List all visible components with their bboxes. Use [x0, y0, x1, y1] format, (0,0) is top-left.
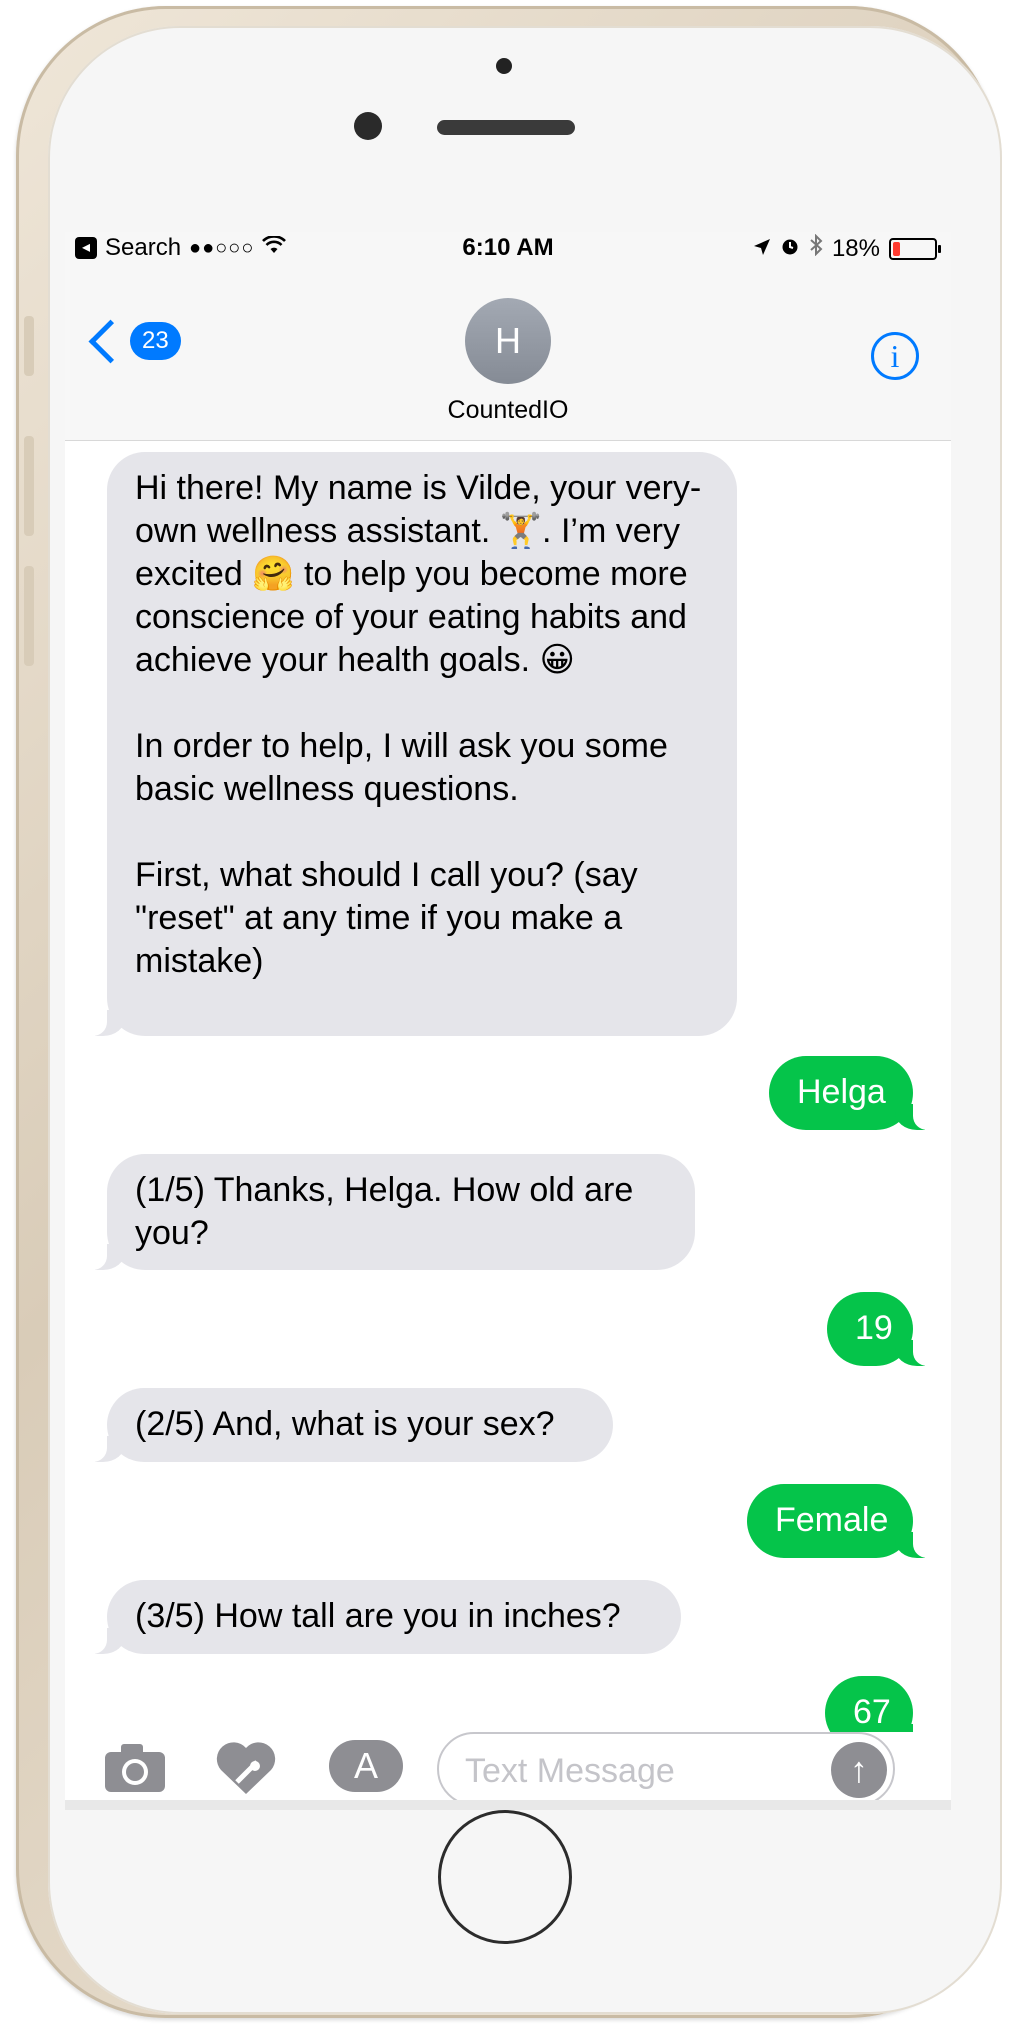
front-camera	[354, 112, 382, 140]
battery-cap	[938, 244, 941, 253]
home-button[interactable]	[438, 1810, 572, 1944]
back-button[interactable]: 23	[87, 319, 181, 363]
battery-icon	[889, 237, 941, 260]
send-arrow-icon[interactable]: ↑	[831, 1742, 887, 1798]
status-bar: ◂ Search ●●○○○ 6:10 AM 18%	[65, 232, 951, 262]
outgoing-message[interactable]: 19	[827, 1292, 937, 1366]
contact-avatar[interactable]: H	[465, 298, 551, 384]
message-paragraph: In order to help, I will ask you some ba…	[135, 727, 668, 808]
unread-count-badge: 23	[130, 322, 181, 360]
conversation-header: 23 H CountedIO i	[65, 262, 951, 441]
message-paragraph: Hi there! My name is Vilde, your very-ow…	[135, 469, 702, 679]
battery-percent: 18%	[831, 234, 880, 262]
incoming-message[interactable]: Hi there! My name is Vilde, your very-ow…	[83, 452, 737, 1036]
contact-name[interactable]: CountedIO	[65, 396, 951, 425]
volume-down-button	[24, 566, 34, 666]
camera-icon[interactable]	[103, 1740, 167, 1799]
bluetooth-icon	[809, 233, 823, 263]
volume-up-button	[24, 436, 34, 536]
chevron-left-icon	[88, 319, 133, 363]
compose-bar: A ↑	[65, 1732, 951, 1800]
info-icon[interactable]: i	[871, 332, 919, 380]
battery-level	[893, 241, 901, 256]
incoming-message[interactable]: (3/5) How tall are you in inches?	[83, 1580, 681, 1654]
incoming-message[interactable]: (2/5) And, what is your sex?	[83, 1388, 613, 1462]
alarm-icon	[780, 235, 800, 263]
message-thread[interactable]: Hi there! My name is Vilde, your very-ow…	[65, 440, 951, 1732]
message-input[interactable]	[463, 1748, 807, 1794]
outgoing-message[interactable]: 67	[825, 1676, 937, 1732]
location-arrow-icon	[753, 235, 771, 263]
message-text-field[interactable]: ↑	[437, 1732, 895, 1800]
digital-touch-heart-icon[interactable]	[215, 1740, 277, 1800]
messages-screen: ◂ Search ●●○○○ 6:10 AM 18% 23 H CountedI…	[65, 232, 951, 1800]
proximity-sensor	[496, 58, 512, 74]
outgoing-message[interactable]: Helga	[769, 1056, 937, 1130]
earpiece-speaker	[437, 120, 575, 135]
incoming-message[interactable]: (1/5) Thanks, Helga. How old are you?	[83, 1154, 695, 1270]
outgoing-message[interactable]: Female	[747, 1484, 937, 1558]
mute-switch	[24, 316, 34, 376]
screen-bottom-bezel	[65, 1800, 951, 1810]
app-store-icon[interactable]: A	[329, 1740, 403, 1792]
message-paragraph: First, what should I call you? (say "res…	[135, 856, 638, 980]
